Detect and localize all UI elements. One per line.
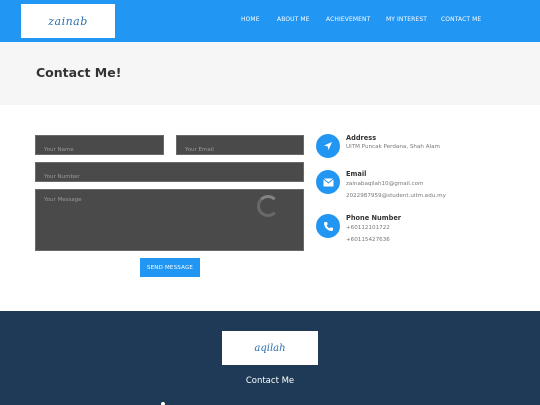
footer-logo[interactable]: aqilah	[222, 331, 318, 365]
number-field[interactable]	[35, 162, 304, 186]
email-title: Email	[346, 170, 367, 178]
site-logo[interactable]: zainab	[21, 4, 115, 38]
nav-my-interest[interactable]: MY INTEREST	[386, 16, 427, 23]
send-message-button[interactable]: SEND MESSAGE	[140, 258, 200, 277]
phone-icon	[316, 214, 340, 238]
loading-spinner-icon	[257, 195, 279, 217]
name-field[interactable]	[35, 135, 164, 159]
page-title-band: Contact Me!	[0, 42, 540, 105]
envelope-icon	[316, 170, 340, 194]
address-title: Address	[346, 134, 377, 142]
name-input[interactable]	[36, 141, 163, 159]
email-input[interactable]	[177, 141, 303, 159]
email-field[interactable]	[176, 135, 304, 159]
site-header: zainab HOME ABOUT ME ACHIEVEMENT MY INTE…	[0, 0, 540, 42]
nav-achievement[interactable]: ACHIEVEMENT	[326, 16, 370, 23]
phone-line-1[interactable]: +60112101722	[346, 225, 390, 231]
number-input[interactable]	[36, 168, 303, 186]
page-title: Contact Me!	[36, 65, 122, 80]
nav-home[interactable]: HOME	[241, 16, 260, 23]
site-footer: aqilah Contact Me	[0, 311, 540, 405]
email-line-personal[interactable]: zainabaqilah10@gmail.com	[346, 181, 423, 187]
phone-title: Phone Number	[346, 214, 402, 222]
message-field[interactable]	[35, 189, 304, 251]
phone-line-2[interactable]: +60115427636	[346, 237, 390, 243]
email-line-student[interactable]: 2022987959@student.uitm.edu.my	[346, 193, 446, 199]
footer-heading: Contact Me	[245, 376, 295, 386]
address-line: UiTM Puncak Perdana, Shah Alam	[346, 144, 440, 150]
footer-logo-text: aqilah	[254, 342, 286, 354]
site-logo-text: zainab	[48, 14, 88, 28]
location-arrow-icon	[316, 134, 340, 158]
nav-contact-me[interactable]: CONTACT ME	[441, 16, 481, 23]
nav-about-me[interactable]: ABOUT ME	[277, 16, 310, 23]
